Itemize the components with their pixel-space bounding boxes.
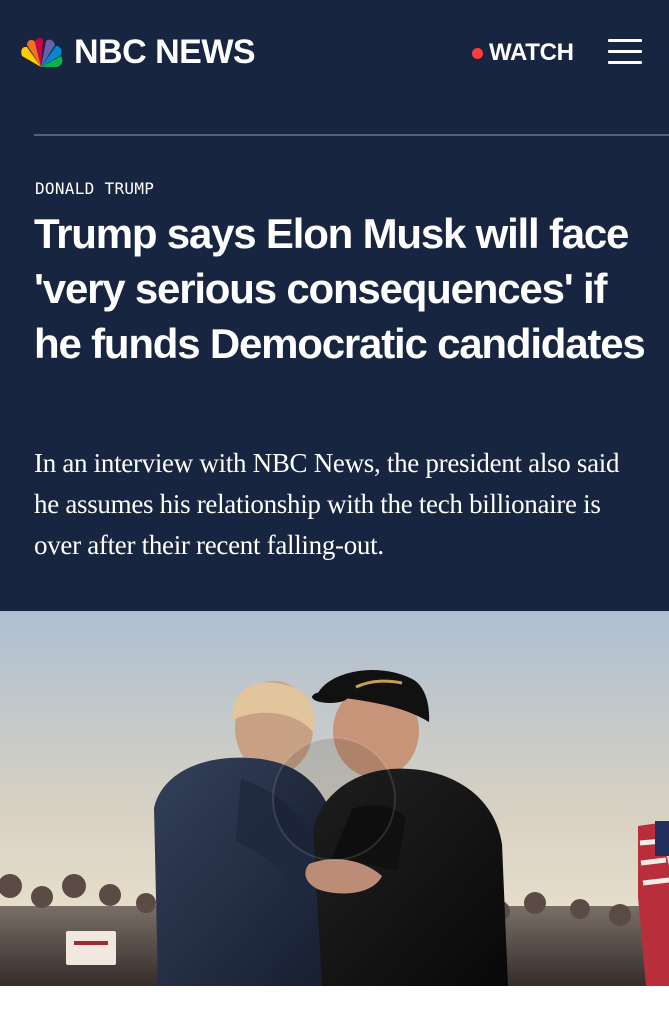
nbc-news-logo[interactable]: NBC NEWS [18, 32, 256, 72]
peacock-logo-icon [21, 38, 63, 67]
header-divider [34, 134, 669, 136]
article-dek: In an interview with NBC News, the presi… [34, 448, 620, 560]
crowd-sign [66, 931, 116, 965]
hamburger-line-icon [608, 50, 642, 53]
watch-live-button[interactable]: WATCH [472, 38, 574, 68]
page-footer-space [0, 986, 669, 1024]
hamburger-line-icon [608, 61, 642, 64]
article-headline: Trump says Elon Musk will face 'very ser… [34, 210, 646, 367]
watch-label: WATCH [489, 39, 574, 66]
hero-photo[interactable] [0, 611, 669, 986]
play-overlay-icon[interactable] [272, 737, 396, 861]
category-label[interactable]: DONALD TRUMP [35, 179, 154, 198]
brand-name: NBC NEWS [74, 33, 256, 71]
hamburger-menu-button[interactable] [608, 37, 642, 67]
article-header: NBC NEWS WATCH DONALD TRUMP Trump says E… [0, 0, 669, 611]
top-navigation-bar: NBC NEWS WATCH [0, 0, 669, 104]
hamburger-line-icon [608, 39, 642, 42]
live-dot-icon [472, 47, 483, 59]
